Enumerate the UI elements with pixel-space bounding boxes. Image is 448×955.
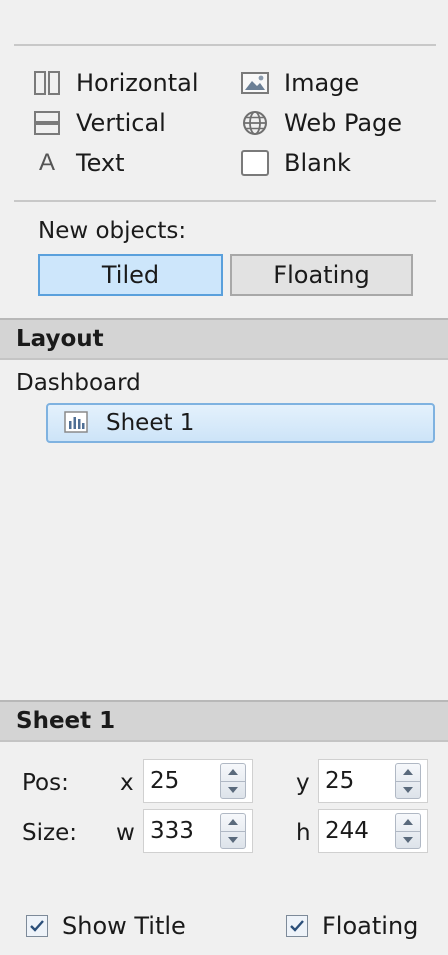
- x-stepper-arrows[interactable]: [220, 763, 246, 799]
- chevron-up-icon[interactable]: [396, 764, 420, 781]
- w-stepper[interactable]: 333: [143, 809, 253, 853]
- x-label: x: [120, 770, 134, 796]
- object-web-page-label: Web Page: [284, 109, 403, 137]
- show-title-checkbox[interactable]: Show Title: [26, 912, 186, 940]
- floating-checkbox-label: Floating: [322, 912, 419, 940]
- h-stepper-arrows[interactable]: [395, 813, 421, 849]
- bar-chart-icon: [64, 411, 88, 435]
- y-stepper[interactable]: 25: [318, 759, 428, 803]
- object-image[interactable]: Image: [240, 66, 359, 100]
- object-vertical-label: Vertical: [76, 109, 166, 137]
- object-text[interactable]: A Text: [32, 146, 125, 180]
- show-title-label: Show Title: [62, 912, 186, 940]
- tree-item-label: Sheet 1: [106, 410, 195, 436]
- top-divider: [14, 44, 436, 46]
- object-text-label: Text: [76, 149, 125, 177]
- w-value[interactable]: 333: [144, 818, 220, 844]
- h-stepper[interactable]: 244: [318, 809, 428, 853]
- chevron-down-icon[interactable]: [396, 830, 420, 849]
- chevron-up-icon[interactable]: [396, 814, 420, 831]
- vertical-container-icon: [32, 108, 62, 138]
- size-label: Size:: [22, 820, 77, 846]
- checkmark-icon[interactable]: [286, 915, 308, 937]
- object-horizontal[interactable]: Horizontal: [32, 66, 199, 100]
- h-value[interactable]: 244: [319, 818, 395, 844]
- layout-header: Layout: [0, 318, 448, 360]
- chevron-up-icon[interactable]: [221, 814, 245, 831]
- object-horizontal-label: Horizontal: [76, 69, 199, 97]
- blank-icon: [240, 148, 270, 178]
- chevron-down-icon[interactable]: [396, 780, 420, 799]
- w-label: w: [116, 820, 135, 846]
- y-value[interactable]: 25: [319, 768, 395, 794]
- object-web-page[interactable]: Web Page: [240, 106, 402, 140]
- tiled-button[interactable]: Tiled: [38, 254, 223, 296]
- tree-item-sheet[interactable]: Sheet 1: [46, 403, 435, 443]
- horizontal-container-icon: [32, 68, 62, 98]
- w-stepper-arrows[interactable]: [220, 813, 246, 849]
- y-label: y: [296, 770, 310, 796]
- new-objects-label: New objects:: [38, 218, 187, 244]
- y-stepper-arrows[interactable]: [395, 763, 421, 799]
- chevron-down-icon[interactable]: [221, 780, 245, 799]
- floating-button[interactable]: Floating: [230, 254, 413, 296]
- x-stepper[interactable]: 25: [143, 759, 253, 803]
- h-label: h: [296, 820, 311, 846]
- object-image-label: Image: [284, 69, 360, 97]
- checkmark-icon[interactable]: [26, 915, 48, 937]
- text-icon: A: [38, 149, 55, 176]
- tree-root-dashboard[interactable]: Dashboard: [16, 370, 141, 396]
- floating-checkbox[interactable]: Floating: [286, 912, 418, 940]
- chevron-down-icon[interactable]: [221, 830, 245, 849]
- x-value[interactable]: 25: [144, 768, 220, 794]
- globe-icon: [240, 108, 270, 138]
- image-icon: [240, 68, 270, 98]
- sheet-header: Sheet 1: [0, 700, 448, 742]
- pos-label: Pos:: [22, 770, 69, 796]
- objects-divider: [14, 200, 436, 202]
- chevron-up-icon[interactable]: [221, 764, 245, 781]
- object-vertical[interactable]: Vertical: [32, 106, 166, 140]
- object-blank[interactable]: Blank: [240, 146, 351, 180]
- object-blank-label: Blank: [284, 149, 351, 177]
